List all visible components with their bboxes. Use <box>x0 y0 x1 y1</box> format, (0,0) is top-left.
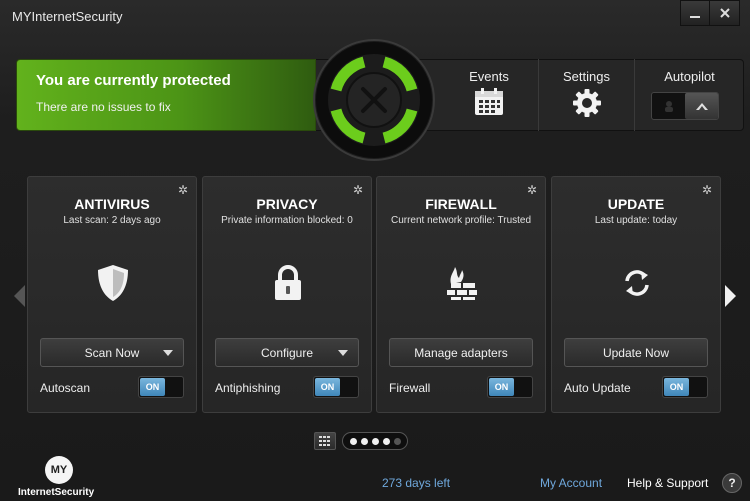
antiphishing-label: Antiphishing <box>215 381 281 395</box>
manual-mode-icon[interactable] <box>652 93 685 119</box>
grid-view-button[interactable] <box>314 432 336 450</box>
protection-status-panel[interactable] <box>16 59 316 131</box>
logo-text: InternetSecurity <box>18 487 95 498</box>
nav-events-label: Events <box>469 69 509 84</box>
shield-icon <box>88 263 138 303</box>
update-now-button[interactable]: Update Now <box>564 338 708 367</box>
nav-events[interactable]: Events <box>440 59 538 131</box>
configure-label: Configure <box>260 345 314 360</box>
page-dot[interactable] <box>360 437 368 445</box>
manage-adapters-button[interactable]: Manage adapters <box>389 338 533 367</box>
firewall-icon <box>437 263 487 303</box>
gear-icon <box>572 89 601 117</box>
next-page-arrow-icon[interactable] <box>725 285 736 307</box>
card-title: FIREWALL <box>425 196 497 212</box>
auto-update-toggle[interactable]: ON <box>662 376 708 398</box>
privacy-card: ✲ PRIVACY Private information blocked: 0… <box>202 176 372 413</box>
grid-icon <box>319 436 330 446</box>
update-card: ✲ UPDATE Last update: today Update Now A… <box>551 176 721 413</box>
toggle-state: ON <box>315 378 340 396</box>
window-controls <box>680 0 740 26</box>
nav-autopilot[interactable]: Autopilot <box>634 59 744 131</box>
card-subtitle: Last update: today <box>594 215 678 226</box>
configure-button[interactable]: Configure <box>215 338 359 367</box>
help-icon[interactable]: ? <box>722 473 742 493</box>
chevron-down-icon[interactable] <box>163 350 173 356</box>
lock-icon <box>263 263 313 303</box>
autoscan-toggle[interactable]: ON <box>138 376 184 398</box>
card-subtitle: Current network profile: Trusted <box>390 215 532 226</box>
antiphishing-toggle[interactable]: ON <box>313 376 359 398</box>
nav-settings-label: Settings <box>563 69 610 84</box>
card-subtitle: Private information blocked: 0 <box>221 215 353 226</box>
page-dot[interactable] <box>371 437 379 445</box>
autoscan-label: Autoscan <box>40 381 91 395</box>
card-title: PRIVACY <box>256 196 318 212</box>
toggle-state: ON <box>664 378 689 396</box>
update-now-label: Update Now <box>602 345 670 360</box>
toggle-state: ON <box>489 378 514 396</box>
page-dot[interactable] <box>393 437 401 445</box>
previous-page-arrow-icon[interactable] <box>14 285 25 307</box>
page-dot[interactable] <box>349 437 357 445</box>
auto-update-label: Auto Update <box>564 381 631 395</box>
firewall-card: ✲ FIREWALL Current network profile: Trus… <box>376 176 546 413</box>
status-subtitle: There are no issues to fix <box>36 100 171 114</box>
scan-now-button[interactable]: Scan Now <box>40 338 184 367</box>
manage-adapters-label: Manage adapters <box>414 345 508 360</box>
nav-autopilot-label: Autopilot <box>664 69 715 84</box>
antivirus-settings-gear-icon[interactable]: ✲ <box>178 183 188 197</box>
firewall-settings-gear-icon[interactable]: ✲ <box>527 183 537 197</box>
app-window: MYInternetSecurity You are currently pro… <box>0 0 750 501</box>
page-indicator[interactable] <box>342 432 408 450</box>
card-subtitle: Last scan: 2 days ago <box>63 215 161 226</box>
close-icon <box>719 8 730 18</box>
firewall-label: Firewall <box>389 381 431 395</box>
minimize-button[interactable] <box>680 0 710 26</box>
calendar-icon <box>475 88 503 115</box>
help-support-link[interactable]: Help & Support <box>627 476 708 490</box>
close-button[interactable] <box>710 0 740 26</box>
nav-settings[interactable]: Settings <box>538 59 634 131</box>
license-days-left-link[interactable]: 273 days left <box>382 476 450 490</box>
update-settings-gear-icon[interactable]: ✲ <box>702 183 712 197</box>
autopilot-toggle[interactable] <box>651 92 719 120</box>
card-title: UPDATE <box>607 196 665 212</box>
my-account-link[interactable]: My Account <box>540 476 602 490</box>
minimize-icon <box>690 16 700 18</box>
window-title: MYInternetSecurity <box>12 9 123 24</box>
card-title: ANTIVIRUS <box>74 196 150 212</box>
firewall-toggle[interactable]: ON <box>487 376 533 398</box>
scan-now-label: Scan Now <box>84 345 140 360</box>
status-title: You are currently protected <box>36 72 231 89</box>
page-dot[interactable] <box>382 437 390 445</box>
privacy-settings-gear-icon[interactable]: ✲ <box>353 183 363 197</box>
antivirus-card: ✲ ANTIVIRUS Last scan: 2 days ago Scan N… <box>27 176 197 413</box>
logo-badge: MY <box>45 456 73 484</box>
tools-dial[interactable] <box>312 38 436 162</box>
autopilot-mode-icon[interactable] <box>685 93 718 119</box>
chevron-down-icon[interactable] <box>338 350 348 356</box>
refresh-icon <box>612 263 662 303</box>
toggle-state: ON <box>140 378 165 396</box>
